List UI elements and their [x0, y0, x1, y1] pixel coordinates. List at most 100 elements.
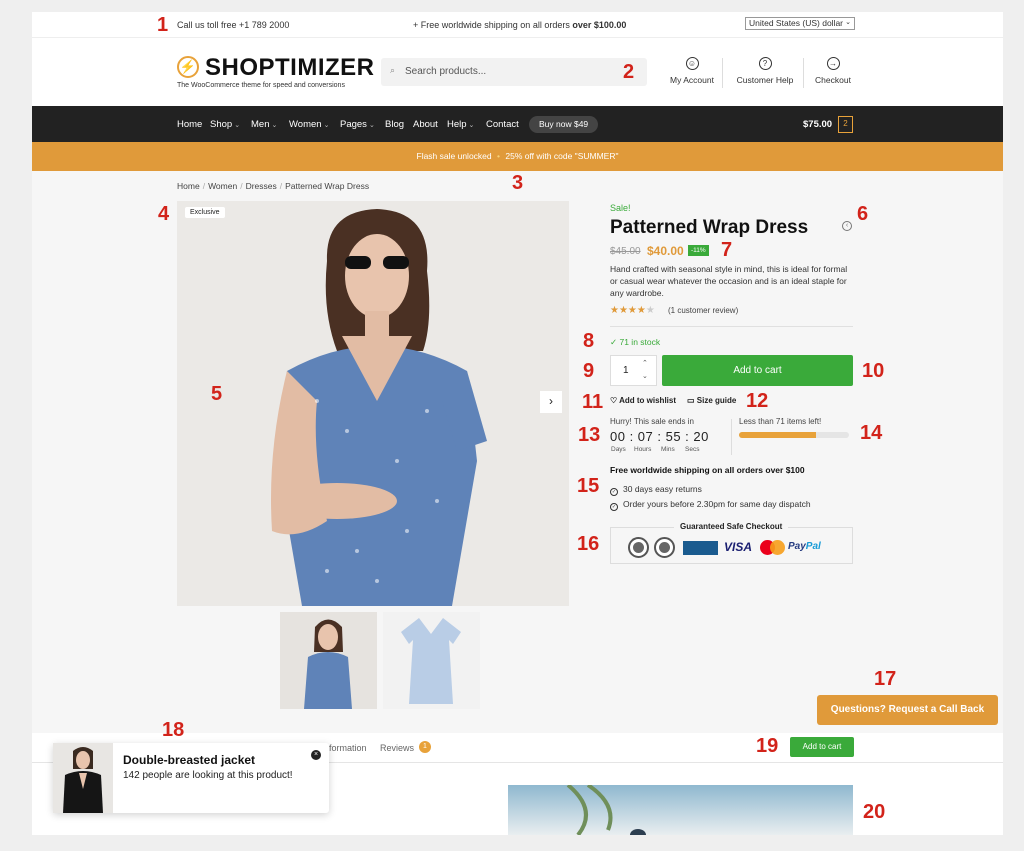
annotation-10: 10 [862, 360, 885, 382]
lifestyle-photo [508, 785, 853, 835]
chevron-down-icon: ⌄ [368, 122, 375, 129]
sticky-add-to-cart-button[interactable]: Add to cart [790, 737, 854, 757]
heart-icon: ♡ [610, 396, 620, 405]
countdown-label-secs: Secs [685, 446, 700, 453]
search-input[interactable]: ⌕ Search products... [381, 58, 647, 86]
annotation-19: 19 [756, 735, 779, 757]
quantity-value: 1 [623, 365, 629, 376]
request-callback-button[interactable]: Questions? Request a Call Back [817, 695, 998, 725]
checkout-link[interactable]: → Checkout [811, 57, 855, 85]
perk-returns: ✓ 30 days easy returns [610, 484, 702, 496]
top-bar: Call us toll free +1 789 2000 + Free wor… [32, 12, 1003, 38]
nav-shop[interactable]: Shop ⌄ [210, 119, 240, 130]
sale-price: $40.00 [647, 244, 684, 258]
countdown-heading: Hurry! This sale ends in [610, 417, 694, 426]
model-photo [177, 201, 569, 606]
annotation-12: 12 [746, 390, 769, 412]
nav-blog[interactable]: Blog [385, 119, 404, 130]
nav-help[interactable]: Help ⌄ [447, 119, 474, 130]
review-count-link[interactable]: (1 customer review) [668, 306, 738, 315]
annotation-4: 4 [158, 203, 170, 225]
check-icon: ✓ [610, 488, 618, 496]
breadcrumb-women[interactable]: Women [208, 181, 237, 191]
close-icon[interactable]: × [311, 750, 321, 760]
previous-product-icon[interactable]: ‹ [842, 221, 852, 231]
nav-men[interactable]: Men ⌄ [251, 119, 277, 130]
nav-about[interactable]: About [413, 119, 438, 130]
chevron-down-icon: ⌄ [234, 122, 241, 129]
annotation-15: 15 [577, 475, 600, 497]
annotation-20: 20 [863, 801, 886, 823]
add-to-cart-button[interactable]: Add to cart [662, 355, 853, 386]
user-icon: ☺ [685, 57, 699, 70]
reviews-count-badge: 1 [419, 741, 431, 753]
thumbnail-image [280, 612, 377, 709]
social-proof-popup[interactable]: Double-breasted jacket 142 people are lo… [53, 743, 329, 813]
popup-product-image [53, 743, 113, 813]
annotation-14: 14 [860, 422, 883, 444]
product-page: Call us toll free +1 789 2000 + Free wor… [32, 12, 1003, 835]
secure-seal-icon [654, 537, 675, 558]
nav-pages[interactable]: Pages ⌄ [340, 119, 375, 130]
quantity-stepper[interactable]: 1 ⌃ ⌄ [610, 355, 657, 386]
logo-tagline: The WooCommerce theme for speed and conv… [177, 82, 345, 89]
tab-reviews[interactable]: Reviews [380, 743, 414, 753]
nav-home[interactable]: Home [177, 119, 202, 130]
accredited-business-icon [683, 541, 718, 555]
ruler-icon: ▭ [687, 396, 697, 405]
divider [610, 326, 853, 327]
buy-now-button[interactable]: Buy now $49 [529, 116, 599, 133]
chevron-right-icon[interactable]: › [540, 391, 562, 413]
thumbnail-image [383, 612, 480, 709]
my-account-link[interactable]: ☺ My Account [664, 57, 720, 85]
annotation-1: 1 [157, 14, 169, 36]
customer-help-link[interactable]: ? Customer Help [732, 57, 798, 85]
divider [731, 419, 732, 455]
breadcrumb-home[interactable]: Home [177, 181, 200, 191]
nav-contact[interactable]: Contact [486, 119, 519, 130]
arrow-right-icon: → [826, 57, 840, 70]
annotation-2: 2 [623, 61, 635, 83]
popup-subtitle: 142 people are looking at this product! [123, 770, 293, 781]
annotation-13: 13 [578, 424, 601, 446]
chevron-down-icon: ⌄ [323, 122, 330, 129]
tab-additional-information[interactable]: formation [329, 743, 367, 753]
chevron-up-icon[interactable]: ⌃ [642, 359, 648, 367]
size-guide-link[interactable]: ▭ Size guide [687, 396, 736, 405]
star-rating: ★★★★★ [610, 305, 655, 316]
annotation-17: 17 [874, 668, 897, 690]
main-nav: Home Shop ⌄ Men ⌄ Women ⌄ Pages ⌄ Blog About… [32, 106, 1003, 142]
countdown-timer: 00 : 07 : 55 : 20 [610, 429, 709, 444]
discount-badge: -11% [688, 245, 709, 256]
annotation-9: 9 [583, 360, 595, 382]
annotation-18: 18 [162, 719, 185, 741]
annotation-8: 8 [583, 330, 595, 352]
breadcrumb-dresses[interactable]: Dresses [246, 181, 277, 191]
sale-label: Sale! [610, 203, 631, 213]
old-price: $45.00 [610, 246, 641, 257]
check-icon: ✓ [610, 503, 618, 511]
chevron-down-icon[interactable]: ⌄ [642, 372, 648, 380]
cart-icon[interactable]: 2 [838, 116, 853, 133]
nav-women[interactable]: Women ⌄ [289, 119, 329, 130]
chevron-down-icon: ⌄ [468, 122, 475, 129]
annotation-5: 5 [211, 383, 223, 405]
shipping-notice: + Free worldwide shipping on all orders … [413, 20, 627, 30]
cart-total[interactable]: $75.00 [803, 119, 832, 130]
annotation-7: 7 [721, 239, 733, 261]
currency-select[interactable]: United States (US) dollar ⌄ [745, 17, 855, 30]
thumbnail-dress[interactable] [383, 612, 480, 709]
site-logo[interactable]: SHOPTIMIZER [205, 54, 375, 82]
flash-sale-banner: Flash sale unlocked • 25% off with code … [32, 142, 1003, 171]
annotation-3: 3 [512, 172, 524, 194]
safe-checkout-title: Guaranteed Safe Checkout [674, 522, 789, 531]
countdown-label-mins: Mins [661, 446, 675, 453]
add-to-wishlist-link[interactable]: ♡ Add to wishlist [610, 396, 676, 405]
bolt-icon: ⚡ [177, 56, 199, 78]
product-main-image[interactable] [177, 201, 569, 606]
divider [722, 58, 723, 88]
stock-progress-bar [739, 432, 849, 438]
thumbnail-model[interactable] [280, 612, 377, 709]
stock-progress-fill [739, 432, 816, 438]
product-title: Patterned Wrap Dress [610, 217, 809, 238]
